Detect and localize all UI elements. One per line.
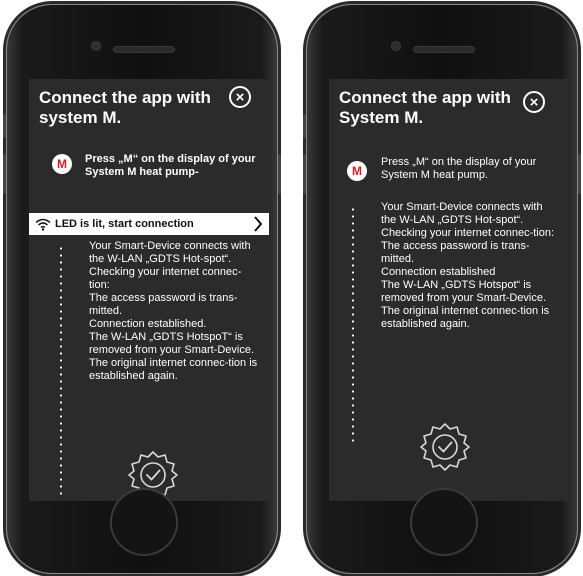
app-screen: Connect the app with System M. × M Press… xyxy=(329,79,569,501)
volume-up-button xyxy=(3,154,6,194)
close-button[interactable]: × xyxy=(229,86,251,108)
front-camera xyxy=(92,42,100,50)
check-seal-icon xyxy=(420,423,470,471)
system-m-badge: M xyxy=(347,161,367,181)
status-line: The W-LAN „GDTS HotspoT“ is removed from… xyxy=(89,331,255,356)
power-button xyxy=(278,154,281,194)
phone-right: Connect the app with System M. × M Press… xyxy=(303,4,581,574)
wifi-icon xyxy=(35,218,51,231)
status-line: The W-LAN „GDTS Hotspot“ is removed from… xyxy=(381,279,547,304)
page-title: Connect the app with System M. xyxy=(339,88,511,127)
earpiece-speaker xyxy=(414,47,474,52)
status-line: Connection established xyxy=(381,266,496,278)
status-line: Connection established. xyxy=(89,318,207,330)
front-camera xyxy=(392,42,400,50)
progress-dotted-line xyxy=(352,206,354,446)
app-screen: Connect the app with system M. × M Press… xyxy=(29,79,269,501)
mute-switch xyxy=(3,114,6,138)
status-line: Your Smart-Device connects with the W-LA… xyxy=(381,201,543,226)
step-instruction: Press „M“ on the display of your System … xyxy=(85,153,256,178)
status-list: Your Smart-Device connects with the W-LA… xyxy=(381,201,557,331)
volume-up-button xyxy=(303,154,306,194)
connect-bar-label: LED is lit, start connection xyxy=(55,218,194,230)
power-button xyxy=(578,154,581,194)
mute-switch xyxy=(303,114,306,138)
status-line: The access password is trans-mitted. xyxy=(89,292,238,317)
status-line: The original internet connec-tion is est… xyxy=(381,305,550,330)
status-line: The original internet connec-tion is est… xyxy=(89,357,258,382)
chevron-right-icon xyxy=(254,216,263,232)
step-instruction: Press „M“ on the display of your System … xyxy=(381,156,537,181)
phone-left: Connect the app with system M. × M Press… xyxy=(3,4,281,574)
close-icon: × xyxy=(235,88,245,106)
earpiece-speaker xyxy=(114,47,174,52)
status-line: The access password is trans-mitted. xyxy=(381,240,530,265)
progress-dotted-line xyxy=(60,245,62,495)
close-icon: × xyxy=(529,93,539,111)
status-list: Your Smart-Device connects with the W-LA… xyxy=(89,240,261,383)
start-connection-button[interactable]: LED is lit, start connection xyxy=(29,213,269,235)
status-line: Checking your internet connec-tion: xyxy=(381,227,555,239)
page-title: Connect the app with system M. xyxy=(39,88,211,127)
close-button[interactable]: × xyxy=(523,91,545,113)
home-button xyxy=(410,488,478,556)
status-line: Checking your internet connec-tion: xyxy=(89,266,242,291)
system-m-badge: M xyxy=(52,154,72,174)
status-line: Your Smart-Device connects with the W-LA… xyxy=(89,240,251,265)
home-button xyxy=(110,488,178,556)
